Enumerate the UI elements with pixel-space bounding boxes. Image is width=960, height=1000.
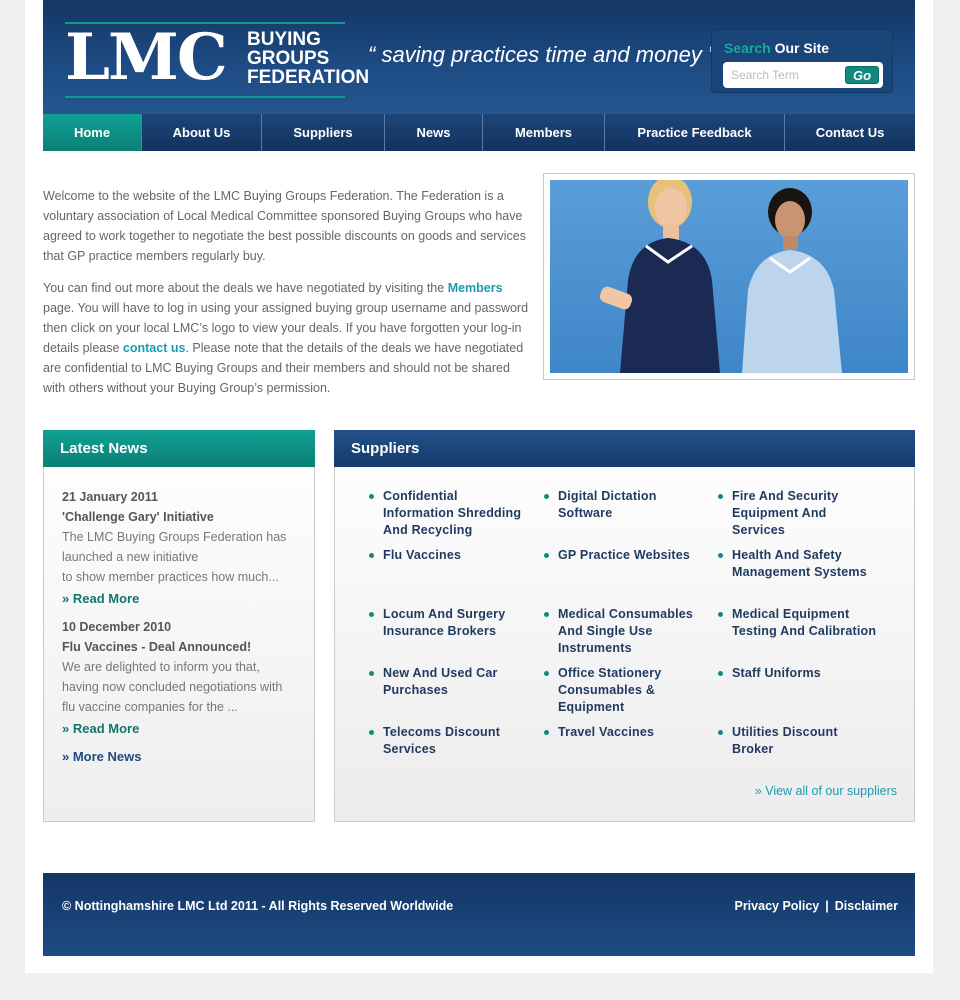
- site-footer: © Nottinghamshire LMC Ltd 2011 - All Rig…: [43, 873, 915, 956]
- news-item: 21 January 2011 'Challenge Gary' Initiat…: [62, 487, 296, 609]
- supplier-link[interactable]: Medical Equipment Testing And Calibratio…: [718, 606, 878, 640]
- supplier-link[interactable]: Utilities Discount Broker: [718, 724, 878, 758]
- logo-word-groups: GROUPS: [247, 48, 330, 69]
- supplier-link[interactable]: Medical Consumables And Single Use Instr…: [544, 606, 704, 657]
- intro-p2-text-a: You can find out more about the deals we…: [43, 281, 448, 295]
- privacy-policy-link[interactable]: Privacy Policy: [734, 899, 819, 913]
- supplier-link[interactable]: GP Practice Websites: [544, 547, 704, 564]
- search-title-accent: Search: [724, 40, 771, 56]
- news-excerpt: We are delighted to inform you that, hav…: [62, 660, 283, 714]
- nurse-2-neck: [783, 236, 798, 250]
- supplier-link[interactable]: Digital Dictation Software: [544, 488, 704, 522]
- search-field-wrap: Go: [723, 62, 883, 88]
- nav-item-news[interactable]: News: [385, 114, 483, 151]
- nurse-1-uniform: [620, 238, 720, 373]
- news-title[interactable]: Flu Vaccines - Deal Announced!: [62, 637, 296, 657]
- supplier-link[interactable]: Flu Vaccines: [369, 547, 529, 564]
- tagline: “ saving practices time and money ”: [368, 42, 716, 67]
- logo-letters: LMC: [65, 20, 228, 95]
- nav-item-about-us[interactable]: About Us: [142, 114, 262, 151]
- more-news-link[interactable]: » More News: [62, 749, 141, 764]
- supplier-link[interactable]: Staff Uniforms: [718, 665, 878, 682]
- suppliers-panel: Suppliers Confidential Information Shred…: [334, 430, 915, 822]
- news-list: 21 January 2011 'Challenge Gary' Initiat…: [44, 467, 314, 767]
- intro-paragraph-1: Welcome to the website of the LMC Buying…: [43, 189, 526, 263]
- nurse-2-face: [775, 201, 805, 239]
- intro-text: Welcome to the website of the LMC Buying…: [43, 186, 535, 410]
- contact-us-link[interactable]: contact us: [123, 341, 186, 355]
- search-input[interactable]: [731, 66, 837, 84]
- news-item: 10 December 2010 Flu Vaccines - Deal Ann…: [62, 617, 296, 739]
- read-more-link[interactable]: » Read More: [62, 589, 296, 609]
- supplier-link[interactable]: Office Stationery Consumables & Equipmen…: [544, 665, 704, 716]
- supplier-link[interactable]: Telecoms Discount Services: [369, 724, 529, 758]
- news-date: 10 December 2010: [62, 620, 172, 634]
- main-nav: Home About Us Suppliers News Members Pra…: [43, 114, 915, 151]
- news-excerpt-continued: to show member practices how much...: [62, 570, 279, 584]
- page: LMC BUYING GROUPS FEDERATION “ saving pr…: [25, 0, 933, 973]
- nurses-photo: [550, 180, 908, 373]
- search-panel: Search Our Site Go: [711, 29, 893, 93]
- nav-item-contact-us[interactable]: Contact Us: [785, 114, 915, 151]
- nav-item-members[interactable]: Members: [483, 114, 605, 151]
- supplier-link[interactable]: Fire And Security Equipment And Services: [718, 488, 878, 539]
- suppliers-heading: Suppliers: [334, 430, 915, 467]
- intro-paragraph-2: You can find out more about the deals we…: [43, 278, 535, 398]
- nurse-1-face: [655, 188, 687, 228]
- copyright-text: © Nottinghamshire LMC Ltd 2011 - All Rig…: [62, 899, 454, 913]
- latest-news-panel: Latest News 21 January 2011 'Challenge G…: [43, 430, 315, 822]
- hero-photo-frame: [543, 173, 915, 380]
- news-date: 21 January 2011: [62, 490, 158, 504]
- supplier-link[interactable]: Travel Vaccines: [544, 724, 704, 741]
- footer-separator: |: [825, 899, 829, 913]
- view-all-suppliers-link[interactable]: » View all of our suppliers: [755, 784, 897, 798]
- nav-item-suppliers[interactable]: Suppliers: [262, 114, 385, 151]
- disclaimer-link[interactable]: Disclaimer: [835, 899, 898, 913]
- read-more-link[interactable]: » Read More: [62, 719, 296, 739]
- nurse-1-neck: [663, 224, 679, 240]
- lmc-logo[interactable]: LMC BUYING GROUPS FEDERATION: [65, 20, 369, 98]
- search-go-button[interactable]: Go: [845, 66, 879, 84]
- footer-links: Privacy Policy | Disclaimer: [734, 899, 898, 913]
- nav-item-home[interactable]: Home: [43, 114, 142, 151]
- search-title: Search Our Site: [724, 40, 829, 56]
- logo-words: BUYING GROUPS FEDERATION: [247, 30, 369, 87]
- supplier-link[interactable]: Locum And Surgery Insurance Brokers: [369, 606, 529, 640]
- news-excerpt: The LMC Buying Groups Federation has lau…: [62, 530, 287, 564]
- members-link[interactable]: Members: [448, 281, 503, 295]
- supplier-link[interactable]: Confidential Information Shredding And R…: [369, 488, 529, 539]
- logo-word-buying: BUYING: [247, 29, 321, 50]
- logo-word-federation: FEDERATION: [247, 67, 370, 88]
- search-title-rest: Our Site: [770, 40, 830, 56]
- nurses-illustration: [599, 180, 842, 373]
- supplier-link[interactable]: Health And Safety Management Systems: [718, 547, 878, 581]
- nurse-2-uniform: [742, 250, 842, 373]
- latest-news-heading: Latest News: [43, 430, 315, 467]
- site-header: LMC BUYING GROUPS FEDERATION “ saving pr…: [43, 0, 915, 114]
- nav-item-practice-feedback[interactable]: Practice Feedback: [605, 114, 785, 151]
- news-title[interactable]: 'Challenge Gary' Initiative: [62, 507, 296, 527]
- supplier-link[interactable]: New And Used Car Purchases: [369, 665, 529, 699]
